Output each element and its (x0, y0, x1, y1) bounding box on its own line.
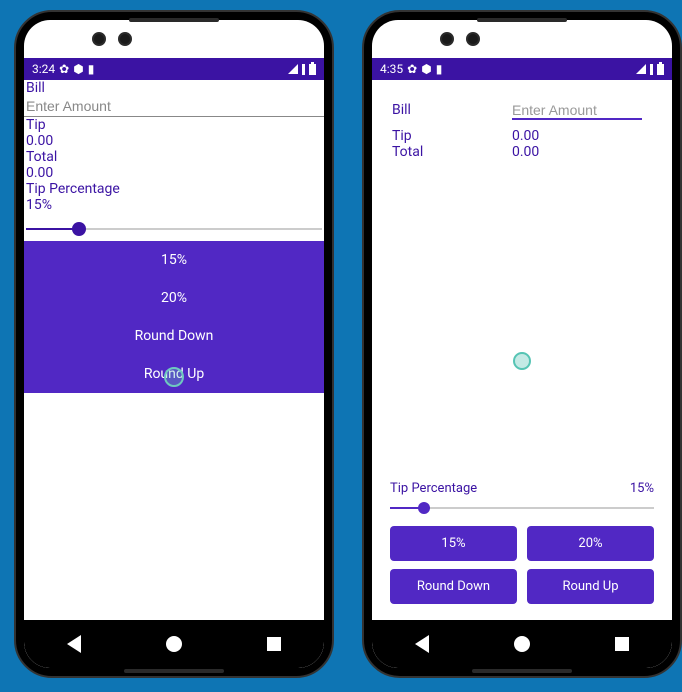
signal-icon (302, 64, 305, 75)
tip-slider[interactable] (390, 498, 654, 518)
bill-input[interactable] (24, 96, 324, 117)
total-value: 0.00 (512, 144, 652, 160)
nav-recent-icon[interactable] (615, 637, 629, 651)
slider-thumb-icon[interactable] (418, 502, 430, 514)
bag-icon: ▮ (88, 62, 95, 76)
total-label: Total (24, 149, 324, 165)
wifi-icon (288, 64, 298, 74)
touch-ripple-icon (513, 352, 531, 370)
tip-pct-label: Tip Percentage (390, 481, 477, 496)
status-bar: 3:24 ✿ ⬢ ▮ (24, 58, 324, 80)
bill-label: Bill (392, 102, 512, 120)
nav-bar (372, 620, 672, 668)
wifi-icon (636, 64, 646, 74)
slider-thumb-icon[interactable] (72, 222, 86, 236)
bag-icon: ▮ (436, 62, 443, 76)
total-value: 0.00 (24, 165, 324, 181)
tip-15-button[interactable]: 15% (24, 241, 324, 279)
touch-ripple-icon (164, 367, 184, 387)
app-content-left: Bill Tip 0.00 Total 0.00 Tip Percentage … (24, 80, 324, 620)
cameras-icon (440, 32, 480, 46)
tip-15-button[interactable]: 15% (390, 526, 517, 561)
phone-right: 4:35 ✿ ⬢ ▮ Bill Tip 0.00 To (362, 10, 682, 678)
battery-icon (657, 64, 664, 75)
tip-label: Tip (24, 117, 324, 133)
tip-value: 0.00 (512, 128, 652, 144)
nav-back-icon[interactable] (415, 635, 429, 653)
speaker-bottom-icon (124, 669, 224, 673)
status-time: 3:24 (32, 62, 55, 76)
status-bar: 4:35 ✿ ⬢ ▮ (372, 58, 672, 80)
nav-home-icon[interactable] (514, 636, 530, 652)
cameras-icon (92, 32, 132, 46)
total-label: Total (392, 144, 512, 160)
shield-icon: ⬢ (73, 62, 83, 76)
button-panel: 15% 20% Round Down Round Up (24, 241, 324, 393)
tip-label: Tip (392, 128, 512, 144)
nav-recent-icon[interactable] (267, 637, 281, 651)
round-up-button[interactable]: Round Up (527, 569, 654, 604)
shield-icon: ⬢ (421, 62, 431, 76)
speaker-bottom-icon (472, 669, 572, 673)
round-down-button[interactable]: Round Down (24, 317, 324, 355)
tip-pct-value: 15% (630, 481, 654, 496)
gear-icon: ✿ (59, 62, 69, 76)
nav-home-icon[interactable] (166, 636, 182, 652)
speaker-icon (129, 18, 219, 22)
nav-back-icon[interactable] (67, 635, 81, 653)
nav-bar (24, 620, 324, 668)
status-time: 4:35 (380, 62, 403, 76)
signal-icon (650, 64, 653, 75)
app-content-right: Bill Tip 0.00 Total 0.00 Tip Percentage … (372, 80, 672, 620)
gear-icon: ✿ (407, 62, 417, 76)
speaker-icon (477, 18, 567, 22)
tip-pct-label: Tip Percentage (24, 181, 324, 197)
bill-label: Bill (24, 80, 324, 96)
battery-icon (309, 64, 316, 75)
tip-20-button[interactable]: 20% (527, 526, 654, 561)
tip-20-button[interactable]: 20% (24, 279, 324, 317)
tip-slider[interactable] (26, 217, 322, 241)
round-down-button[interactable]: Round Down (390, 569, 517, 604)
tip-pct-value: 15% (24, 197, 324, 213)
bill-input[interactable] (512, 102, 642, 120)
phone-left: 3:24 ✿ ⬢ ▮ Bill Tip 0.00 Total 0.00 Tip … (14, 10, 334, 678)
tip-value: 0.00 (24, 133, 324, 149)
